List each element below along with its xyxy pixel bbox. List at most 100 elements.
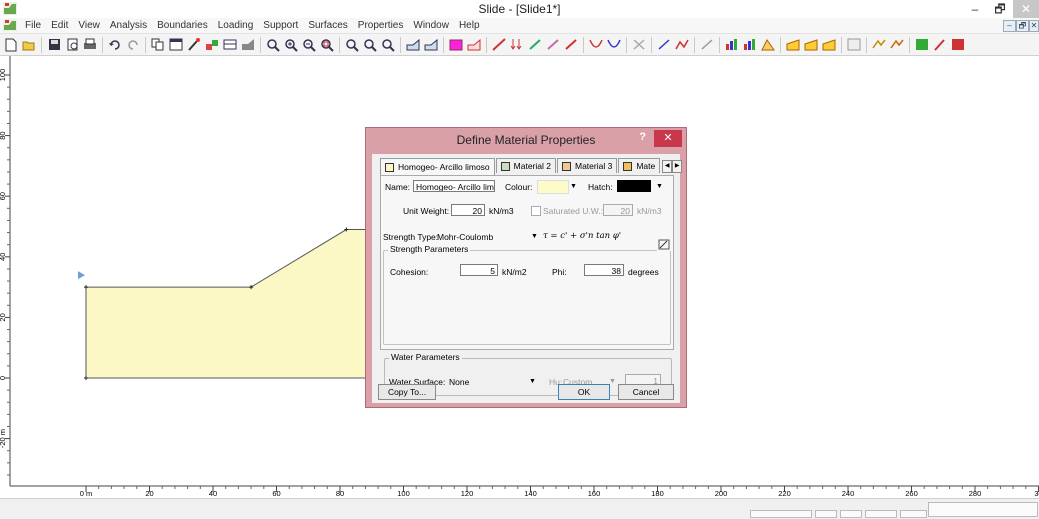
tab-material-1[interactable]: Homogeo- Arcillo limoso xyxy=(380,158,495,175)
close-button[interactable]: ✕ xyxy=(1013,0,1039,18)
menu-surfaces[interactable]: Surfaces xyxy=(303,19,352,32)
menu-help[interactable]: Help xyxy=(454,19,485,32)
copy-to-button[interactable]: Copy To... xyxy=(378,384,436,400)
hu-dropdown-icon[interactable]: ▼ xyxy=(609,378,616,385)
wand-icon[interactable] xyxy=(186,37,202,53)
material-2-icon[interactable] xyxy=(803,37,819,53)
grid-view-icon[interactable] xyxy=(846,37,862,53)
redo-icon[interactable] xyxy=(125,37,141,53)
sensitivity-icon[interactable] xyxy=(889,37,905,53)
zoom-in-icon[interactable] xyxy=(283,37,299,53)
window-icon[interactable] xyxy=(168,37,184,53)
material-1-icon[interactable] xyxy=(785,37,801,53)
toolbar-separator xyxy=(400,36,401,53)
menu-edit[interactable]: Edit xyxy=(46,19,73,32)
menu-analysis[interactable]: Analysis xyxy=(105,19,152,32)
toolbar-separator xyxy=(443,36,444,53)
menu-window[interactable]: Window xyxy=(408,19,454,32)
x-tick-label: 160 xyxy=(588,489,601,498)
slip-surface-icon[interactable] xyxy=(588,37,604,53)
phi-unit: degrees xyxy=(628,267,659,277)
phi-input[interactable]: 38 xyxy=(584,264,624,276)
interpret-icon[interactable] xyxy=(871,37,887,53)
zoom-extents-icon[interactable] xyxy=(344,37,360,53)
anchor-icon[interactable] xyxy=(527,37,543,53)
menu-loading[interactable]: Loading xyxy=(213,19,259,32)
colour-picker[interactable] xyxy=(537,180,569,194)
edit-boundary-icon[interactable] xyxy=(423,37,439,53)
cohesion-input[interactable]: 5 xyxy=(460,264,498,276)
zoom-all-icon[interactable] xyxy=(265,37,281,53)
cancel-button[interactable]: Cancel xyxy=(618,384,674,400)
menu-boundaries[interactable]: Boundaries xyxy=(152,19,213,32)
material-boundary-icon[interactable] xyxy=(448,37,464,53)
print-preview-icon[interactable] xyxy=(64,37,80,53)
saturated-uw-checkbox[interactable] xyxy=(531,206,541,216)
query-icon[interactable] xyxy=(760,37,776,53)
chart-icon[interactable] xyxy=(724,37,740,53)
ok-button[interactable]: OK xyxy=(558,384,610,400)
water-surface-select[interactable]: None xyxy=(449,377,469,387)
polyline-icon[interactable] xyxy=(674,37,690,53)
save-icon[interactable] xyxy=(46,37,62,53)
material-tabs: Homogeo- Arcillo limoso Material 2 Materia… xyxy=(380,158,683,175)
menu-properties[interactable]: Properties xyxy=(353,19,409,32)
add-boundary-icon[interactable] xyxy=(405,37,421,53)
zoom-window-icon[interactable] xyxy=(319,37,335,53)
open-folder-icon[interactable] xyxy=(21,37,37,53)
copy-icon[interactable] xyxy=(150,37,166,53)
edit-parameters-icon[interactable] xyxy=(657,239,671,251)
undo-icon[interactable] xyxy=(107,37,123,53)
colour-dropdown-icon[interactable]: ▼ xyxy=(570,183,577,190)
toolbar-separator xyxy=(41,36,42,53)
annotate-icon[interactable] xyxy=(932,37,948,53)
material-3-icon[interactable] xyxy=(821,37,837,53)
print-icon[interactable] xyxy=(82,37,98,53)
tab-scroll-left-icon[interactable]: ◀ xyxy=(662,160,673,173)
water-table-icon[interactable] xyxy=(466,37,482,53)
strength-type-dropdown-icon[interactable]: ▼ xyxy=(531,233,538,240)
tab-material-3[interactable]: Material 3 xyxy=(556,158,618,173)
water-surface-dropdown-icon[interactable]: ▼ xyxy=(529,378,536,385)
menu-support[interactable]: Support xyxy=(258,19,303,32)
toolbar-separator xyxy=(626,36,627,53)
name-input[interactable]: Homogeo- Arcillo limo xyxy=(413,180,495,192)
search-limits-icon[interactable] xyxy=(606,37,622,53)
report-icon[interactable] xyxy=(914,37,930,53)
new-file-icon[interactable] xyxy=(3,37,19,53)
load-icon[interactable] xyxy=(509,37,525,53)
zoom-out-icon[interactable] xyxy=(301,37,317,53)
saturated-uw-input[interactable]: 20 xyxy=(603,204,633,216)
unit-weight-input[interactable]: 20 xyxy=(451,204,485,216)
support-icon[interactable] xyxy=(491,37,507,53)
y-tick-label: -20 m xyxy=(0,429,7,448)
draw-line-icon[interactable] xyxy=(656,37,672,53)
mesh-icon[interactable] xyxy=(222,37,238,53)
menu-file[interactable]: File xyxy=(20,19,46,32)
mdi-minimize-button[interactable]: – xyxy=(1003,20,1016,32)
minimize-button[interactable]: – xyxy=(963,0,987,18)
hatch-dropdown-icon[interactable]: ▼ xyxy=(656,183,663,190)
mdi-close-button[interactable]: ✕ xyxy=(1029,20,1039,32)
restore-button[interactable]: 🗗 xyxy=(988,0,1012,18)
tools-icon[interactable] xyxy=(204,37,220,53)
hatch-picker[interactable] xyxy=(617,180,651,192)
tab-material-4[interactable]: Mate xyxy=(618,158,661,173)
zoom-previous-icon[interactable] xyxy=(362,37,378,53)
dialog-close-button[interactable]: ✕ xyxy=(654,130,682,147)
menu-view[interactable]: View xyxy=(73,19,105,32)
mdi-restore-button[interactable]: 🗗 xyxy=(1016,20,1029,32)
tab-scroll-right-icon[interactable]: ▶ xyxy=(672,160,683,173)
chart2-icon[interactable] xyxy=(742,37,758,53)
geotextile-icon[interactable] xyxy=(545,37,561,53)
zoom-slope-icon[interactable] xyxy=(380,37,396,53)
arrow-icon[interactable] xyxy=(699,37,715,53)
compute-icon[interactable] xyxy=(631,37,647,53)
export-icon[interactable] xyxy=(950,37,966,53)
x-tick-label: 20 xyxy=(145,489,153,498)
strength-type-select[interactable]: Mohr-Coulomb xyxy=(437,232,493,242)
grid-icon[interactable] xyxy=(563,37,579,53)
help-button[interactable]: ? xyxy=(639,131,646,143)
tab-material-2[interactable]: Material 2 xyxy=(495,158,556,173)
slope-icon[interactable] xyxy=(240,37,256,53)
